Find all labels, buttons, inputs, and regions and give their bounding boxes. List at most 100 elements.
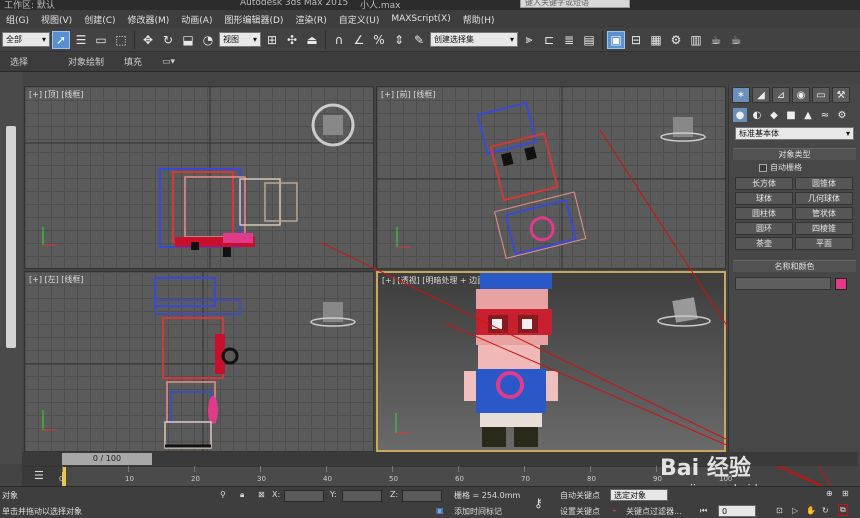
key-icon[interactable]: ⚷ xyxy=(534,496,543,510)
timeline-tick-label: 40 xyxy=(323,475,332,483)
hierarchy-tab[interactable]: ⊿ xyxy=(772,87,790,103)
pyramid-button[interactable]: 四棱锥 xyxy=(795,222,853,235)
camera-icon: ■ xyxy=(786,109,796,121)
modify-tab[interactable]: ◢ xyxy=(752,87,770,103)
geosphere-button[interactable]: 几何球体 xyxy=(795,192,853,205)
chevron-down-icon: ▾ xyxy=(845,129,850,138)
time-slider-thumb[interactable]: 0 / 100 xyxy=(62,453,152,465)
timeline-tick-label: 50 xyxy=(389,475,398,483)
transform-mode-icon[interactable]: ⊠ xyxy=(258,490,265,499)
orbit-icon[interactable]: ↻ xyxy=(822,506,829,515)
timeline-ticks: 0 10 20 30 40 50 60 70 80 90 100 xyxy=(59,466,732,486)
timeline-tick-label: 20 xyxy=(191,475,200,483)
hierarchy-icon: ⊿ xyxy=(776,89,786,101)
helper-icon: ▲ xyxy=(804,109,812,121)
zoom-all-icon[interactable]: ⊕ xyxy=(826,489,833,498)
isolate-icon[interactable]: ⚲ xyxy=(220,490,226,499)
status-bar: 对象 单击并拖动以选择对象 ⚲ 🔒︎ ⊠ X: Y: Z: 栅格 = 254.0… xyxy=(0,486,860,518)
x-label: X: xyxy=(272,490,281,499)
timeline-tick xyxy=(194,466,195,472)
y-label: Y: xyxy=(330,490,337,499)
app-window: 工作区: 默认 Autodesk 3ds Max 2015 小人.max 键入关… xyxy=(0,0,860,518)
command-panel: ✶ ◢ ⊿ ◉ ▭ ⚒ ● ◐ ◆ ■ ▲ ≈ ⚙ 标准基本体 ▾ 对象类型 自动… xyxy=(728,84,860,464)
name-color-title: 名称和颜色 xyxy=(774,262,815,271)
helpers-button[interactable]: ▲ xyxy=(801,108,815,122)
spacewarps-button[interactable]: ≈ xyxy=(818,108,832,122)
primitive-category-dropdown[interactable]: 标准基本体 ▾ xyxy=(735,127,854,140)
timeline-tick xyxy=(260,466,261,472)
timeline-tick-label: 70 xyxy=(521,475,530,483)
track-bar-toggle[interactable]: ☰ xyxy=(22,466,62,486)
geometry-button[interactable]: ● xyxy=(733,108,747,122)
autogrid-label: 自动栅格 xyxy=(770,163,802,172)
plane-button[interactable]: 平面 xyxy=(795,237,853,250)
shapes-button[interactable]: ◐ xyxy=(750,108,764,122)
x-coordinate-field[interactable] xyxy=(284,490,324,502)
tube-button[interactable]: 管状体 xyxy=(795,207,853,220)
timeline-tick-label: 60 xyxy=(455,475,464,483)
box-button[interactable]: 长方体 xyxy=(735,177,793,190)
timeline-tick xyxy=(590,466,591,472)
key-filters-button[interactable]: 关键点过滤器... xyxy=(626,506,682,517)
maximize-viewport-icon[interactable]: ⧉ xyxy=(838,504,848,516)
timeline-tick xyxy=(722,466,723,472)
frame-counter: 0 / 100 xyxy=(92,454,122,463)
key-filter-icon: ⌁ xyxy=(612,506,617,515)
sphere-button[interactable]: 球体 xyxy=(735,192,793,205)
lights-button[interactable]: ◆ xyxy=(767,108,781,122)
cylinder-button[interactable]: 圆柱体 xyxy=(735,207,793,220)
timeline-tick xyxy=(128,466,129,472)
timeline-tick-label: 10 xyxy=(125,475,134,483)
object-color-swatch[interactable] xyxy=(835,277,847,290)
set-key-button[interactable]: 设置关键点 xyxy=(560,506,600,517)
z-label: Z: xyxy=(390,490,399,499)
timeline-tick-label: 80 xyxy=(587,475,596,483)
timeline-tick xyxy=(392,466,393,472)
grid-size: 栅格 = 254.0mm xyxy=(454,491,521,500)
timeline-tick-label: 100 xyxy=(719,475,733,483)
name-color-row xyxy=(729,274,860,293)
teapot-button[interactable]: 茶壶 xyxy=(735,237,793,250)
create-tab[interactable]: ✶ xyxy=(732,87,750,103)
light-icon: ◆ xyxy=(770,109,778,121)
object-name-input[interactable] xyxy=(735,277,831,290)
systems-button[interactable]: ⚙ xyxy=(835,108,849,122)
timeline-tick xyxy=(656,466,657,472)
selection-status: 对象 xyxy=(2,491,18,500)
torus-button[interactable]: 圆环 xyxy=(735,222,793,235)
timeline-tick xyxy=(326,466,327,472)
z-coordinate-field[interactable] xyxy=(402,490,442,502)
zoom-extents-all-icon[interactable]: ⊞ xyxy=(842,489,849,498)
command-panel-tabs: ✶ ◢ ⊿ ◉ ▭ ⚒ xyxy=(729,84,860,106)
cone-button[interactable]: 圆锥体 xyxy=(795,177,853,190)
spacewarp-icon: ≈ xyxy=(820,109,830,121)
zoom-extents-icon[interactable]: ⊡ xyxy=(776,506,783,515)
timeline-tick xyxy=(62,466,63,472)
name-color-rollout[interactable]: 名称和颜色 xyxy=(733,260,856,272)
shapes-icon: ◐ xyxy=(752,109,762,121)
geometry-icon: ● xyxy=(735,109,745,121)
timeline-tick-label: 0 xyxy=(59,475,64,483)
autogrid-checkbox[interactable] xyxy=(759,163,767,172)
y-coordinate-field[interactable] xyxy=(342,490,382,502)
primitive-category-value: 标准基本体 xyxy=(739,129,779,138)
track-bar-icon: ☰ xyxy=(34,469,44,482)
cameras-button[interactable]: ■ xyxy=(784,108,798,122)
auto-key-button[interactable]: 自动关键点 xyxy=(560,490,600,501)
hammer-icon: ⚒ xyxy=(836,89,846,101)
time-tag-icon[interactable]: ▣ xyxy=(436,506,444,515)
object-type-rollout[interactable]: 对象类型 xyxy=(733,148,856,160)
systems-icon: ⚙ xyxy=(837,109,847,121)
lock-icon[interactable]: 🔒︎ xyxy=(240,490,244,500)
utilities-tab[interactable]: ⚒ xyxy=(832,87,850,103)
pan-hand-icon[interactable]: ✋ xyxy=(806,506,816,515)
motion-tab[interactable]: ◉ xyxy=(792,87,810,103)
star-icon: ✶ xyxy=(736,89,746,101)
display-tab[interactable]: ▭ xyxy=(812,87,830,103)
current-frame-field[interactable]: 0 xyxy=(718,505,756,517)
key-mode-dropdown[interactable]: 选定对象 xyxy=(610,489,668,501)
motion-icon: ◉ xyxy=(796,89,806,101)
field-of-view-icon[interactable]: ▷ xyxy=(792,506,798,515)
goto-start-icon[interactable]: ⏮ xyxy=(700,506,707,516)
add-time-tag[interactable]: 添加时间标记 xyxy=(454,506,502,517)
